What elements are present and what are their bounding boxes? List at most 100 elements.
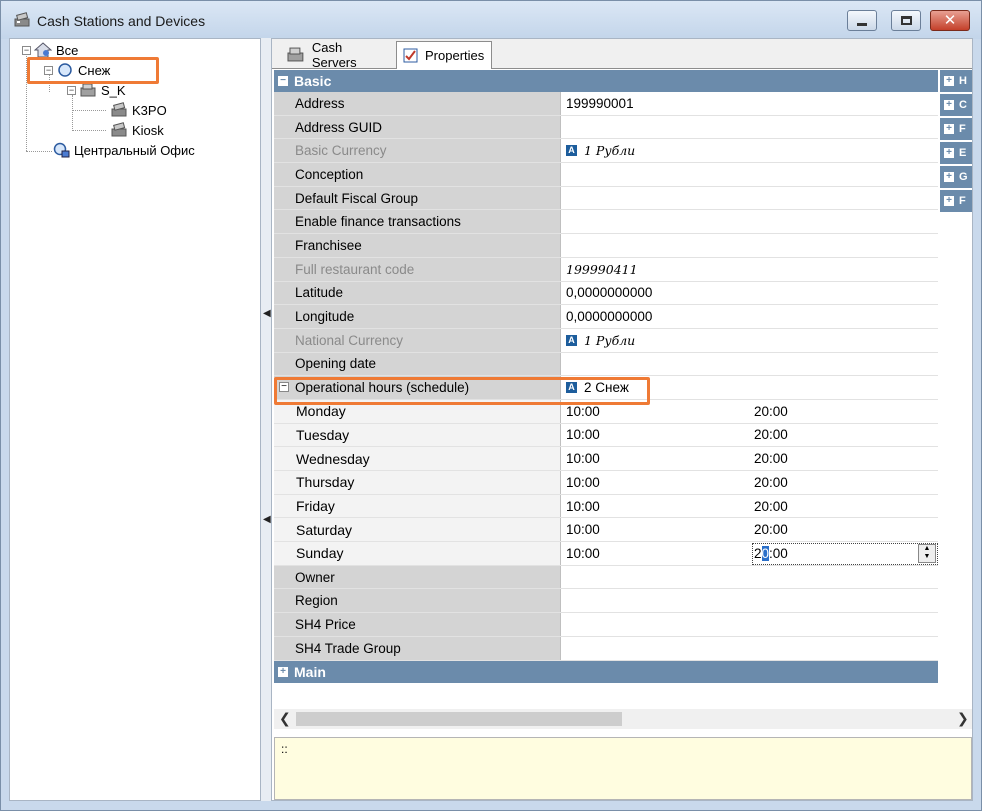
property-value[interactable]: A 1 Рубли [564, 139, 938, 162]
schedule-row[interactable]: Saturday 10:00 20:00 [274, 518, 938, 543]
category-main[interactable]: + Main [274, 660, 938, 683]
schedule-row[interactable]: Friday 10:00 20:00 [274, 494, 938, 519]
property-row[interactable]: Owner [274, 565, 938, 590]
schedule-to[interactable]: 20:00 [752, 447, 938, 470]
property-value[interactable] [564, 163, 938, 186]
property-value[interactable] [564, 116, 938, 139]
property-name: National Currency [274, 328, 561, 352]
property-value[interactable] [564, 353, 938, 376]
category-collapsed[interactable]: + F [940, 190, 972, 212]
property-row[interactable]: SH4 Price [274, 613, 938, 637]
property-name: Default Fiscal Group [274, 186, 561, 210]
property-row[interactable]: Conception [274, 163, 938, 187]
collapse-left-icon[interactable]: ◀ [263, 514, 271, 525]
schedule-to[interactable]: 20:00 [752, 495, 938, 518]
property-value[interactable] [564, 210, 938, 233]
category-collapsed[interactable]: + F [940, 118, 972, 140]
cash-server-icon [80, 83, 96, 97]
schedule-day: Friday [274, 494, 561, 518]
property-row[interactable]: Longitude 0,0000000000 [274, 305, 938, 329]
tree-node-s-k[interactable]: − S_K [67, 82, 126, 98]
property-row[interactable]: Latitude 0,0000000000 [274, 281, 938, 306]
spin-down-icon[interactable]: ▼ [919, 553, 935, 561]
schedule-to[interactable]: 20:00 [752, 518, 938, 541]
property-value[interactable] [564, 187, 938, 210]
property-name: Address GUID [274, 115, 561, 139]
collapse-icon[interactable]: − [22, 45, 31, 55]
property-row[interactable]: National Currency A 1 Рубли [274, 328, 938, 353]
property-value-text: 1 Рубли [584, 143, 636, 159]
expand-icon: + [944, 196, 954, 206]
minimize-button[interactable] [847, 10, 877, 31]
spin-up-icon[interactable]: ▲ [919, 545, 935, 553]
property-value[interactable] [564, 613, 938, 636]
schedule-row[interactable]: Tuesday 10:00 20:00 [274, 423, 938, 448]
property-row[interactable]: Enable finance transactions [274, 210, 938, 235]
property-name: Enable finance transactions [274, 210, 561, 234]
property-name: Basic Currency [274, 139, 561, 163]
property-value[interactable]: 0,0000000000 [564, 305, 938, 328]
category-collapsed[interactable]: + H [940, 70, 972, 92]
property-row[interactable]: Franchisee [274, 234, 938, 258]
expand-icon[interactable]: + [278, 666, 288, 677]
horizontal-scrollbar[interactable]: ❮ ❯ [274, 709, 972, 729]
tree-node-label: S_K [101, 82, 126, 98]
schedule-day: Wednesday [274, 447, 561, 470]
schedule-to[interactable]: 20:00 [752, 471, 938, 494]
maximize-button[interactable] [891, 10, 921, 31]
schedule-to[interactable]: 20:00 [752, 424, 938, 447]
time-editor[interactable]: 2 0:00 ▲ ▼ [752, 542, 938, 566]
property-row[interactable]: Opening date [274, 352, 938, 377]
reference-icon: A [566, 145, 577, 157]
property-value[interactable]: 0,0000000000 [564, 282, 938, 305]
schedule-row[interactable]: Thursday 10:00 20:00 [274, 471, 938, 495]
scroll-thumb[interactable] [296, 712, 622, 726]
tree-line [72, 130, 106, 131]
title-bar: Cash Stations and Devices ✕ [1, 1, 981, 39]
tree-node-central-office[interactable]: Центральный Офис [52, 142, 195, 158]
property-row[interactable]: Address GUID [274, 115, 938, 140]
property-row[interactable]: Region [274, 589, 938, 614]
schedule-row[interactable]: Wednesday 10:00 20:00 [274, 447, 938, 471]
property-value[interactable]: 199990411 [564, 258, 938, 281]
tree-node-k3po[interactable]: K3PO [110, 102, 167, 118]
tab-properties[interactable]: Properties [396, 41, 492, 69]
property-row[interactable]: SH4 Trade Group [274, 636, 938, 661]
property-value[interactable] [564, 566, 938, 589]
collapse-left-icon[interactable]: ◀ [263, 308, 271, 319]
tree-node-label: K3PO [132, 102, 167, 118]
schedule-row[interactable]: Sunday 10:00 2 0:00 ▲ ▼ [274, 542, 938, 566]
property-row[interactable]: Address 199990001 [274, 92, 938, 116]
tree-node-all[interactable]: − Все [22, 42, 78, 58]
property-value[interactable] [564, 589, 938, 612]
tree-node-kiosk[interactable]: Kiosk [110, 122, 164, 138]
scroll-right-icon[interactable]: ❯ [957, 710, 969, 727]
collapse-icon[interactable]: − [67, 85, 76, 95]
main-window: Cash Stations and Devices ✕ − Все − Снеж [0, 0, 982, 811]
property-name: Latitude [274, 281, 561, 305]
category-collapsed[interactable]: + E [940, 142, 972, 164]
time-spinner[interactable]: ▲ ▼ [918, 544, 936, 564]
schedule-day: Sunday [274, 542, 561, 565]
tab-cash-servers[interactable]: Cash Servers [280, 40, 396, 70]
collapse-icon[interactable]: − [278, 76, 288, 86]
property-row[interactable]: Default Fiscal Group [274, 186, 938, 211]
properties-panel: Cash Servers Properties − Basic Address … [271, 38, 973, 801]
property-row[interactable]: Basic Currency A 1 Рубли [274, 139, 938, 164]
time-part: :00 [769, 545, 788, 561]
category-basic[interactable]: − Basic [274, 70, 938, 92]
splitter[interactable]: ◀ ◀ [261, 38, 271, 801]
property-name: Franchisee [274, 234, 561, 257]
property-row[interactable]: Full restaurant code 199990411 [274, 257, 938, 282]
property-value[interactable]: A 1 Рубли [564, 329, 938, 352]
tab-bar: Cash Servers Properties [272, 39, 972, 70]
scroll-left-icon[interactable]: ❮ [279, 710, 291, 727]
category-collapsed[interactable]: + C [940, 94, 972, 116]
property-value[interactable] [564, 637, 938, 660]
schedule-day: Thursday [274, 471, 561, 494]
schedule-to[interactable]: 20:00 [752, 400, 938, 423]
property-value[interactable]: 199990001 [564, 92, 938, 115]
property-value[interactable] [564, 234, 938, 257]
close-button[interactable]: ✕ [930, 10, 970, 31]
category-collapsed[interactable]: + G [940, 166, 972, 188]
